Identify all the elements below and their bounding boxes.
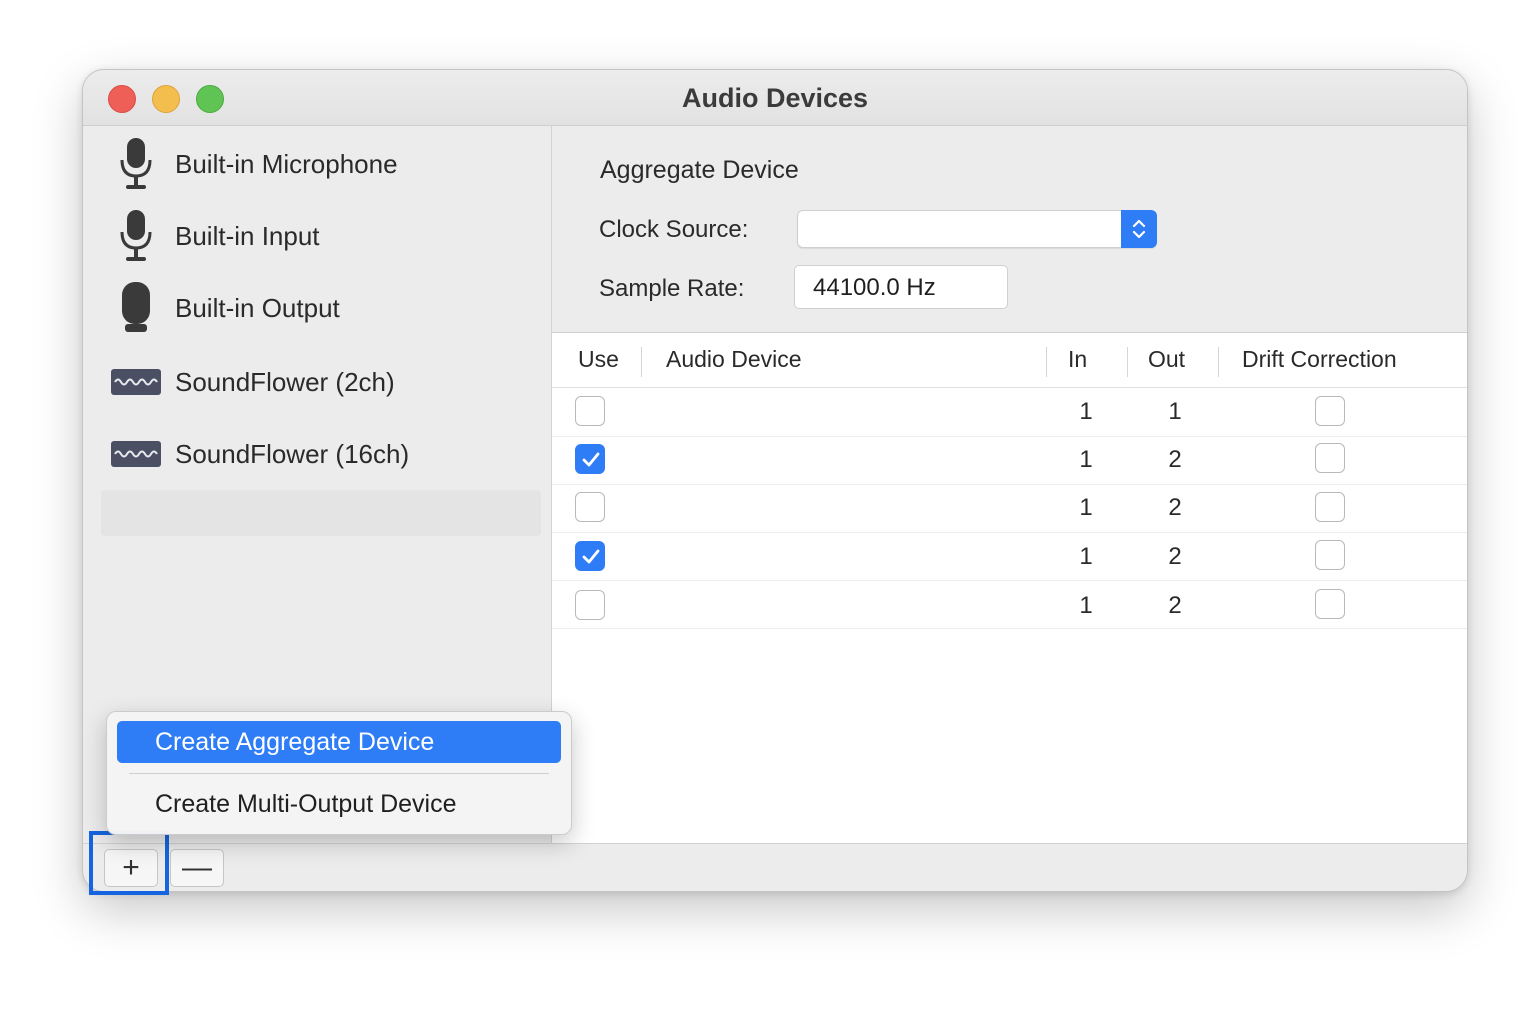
title-bar: Audio Devices bbox=[83, 70, 1467, 126]
sidebar-item-label: Built-in Output bbox=[175, 292, 340, 323]
column-divider bbox=[1218, 347, 1219, 377]
clock-source-select[interactable] bbox=[797, 210, 1157, 248]
sidebar-item-label: SoundFlower (16ch) bbox=[175, 438, 410, 469]
column-divider bbox=[1046, 347, 1047, 377]
menu-separator bbox=[129, 773, 549, 774]
menu-item-create-aggregate-device[interactable]: Create Aggregate Device bbox=[117, 721, 561, 763]
column-header-out[interactable]: Out bbox=[1148, 346, 1185, 373]
in-channels-cell: 1 bbox=[1079, 494, 1093, 521]
sidebar-item-label: Built-in Input bbox=[175, 220, 320, 251]
in-channels-cell: 1 bbox=[1079, 592, 1093, 619]
soundflower-icon bbox=[109, 352, 163, 412]
use-checkbox[interactable] bbox=[575, 396, 605, 426]
column-header-use[interactable]: Use bbox=[578, 346, 619, 373]
in-channels-cell: 1 bbox=[1079, 543, 1093, 570]
table-row[interactable]: 1 2 bbox=[552, 580, 1467, 629]
drift-correction-checkbox[interactable] bbox=[1315, 396, 1345, 426]
table-row[interactable]: 1 1 bbox=[552, 388, 1467, 437]
column-header-audio-device[interactable]: Audio Device bbox=[666, 346, 802, 373]
in-channels-cell: 1 bbox=[1079, 446, 1093, 473]
sidebar-item-built-in-input[interactable]: Built-in Input bbox=[109, 206, 529, 266]
add-device-menu: Create Aggregate Device Create Multi-Out… bbox=[106, 711, 572, 835]
device-detail-pane: Aggregate Device Clock Source: Sample Ra… bbox=[552, 126, 1467, 843]
speaker-icon bbox=[109, 278, 163, 338]
microphone-icon bbox=[109, 206, 163, 266]
clock-source-label: Clock Source: bbox=[599, 216, 749, 243]
add-button-highlight bbox=[89, 831, 169, 895]
table-row[interactable]: 1 2 bbox=[552, 532, 1467, 581]
out-channels-cell: 2 bbox=[1168, 446, 1182, 473]
column-header-drift-correction[interactable]: Drift Correction bbox=[1242, 346, 1397, 373]
microphone-icon bbox=[109, 134, 163, 194]
soundflower-icon bbox=[109, 424, 163, 484]
out-channels-cell: 1 bbox=[1168, 398, 1182, 425]
sub-device-table: Use Audio Device In Out Drift Correction… bbox=[552, 332, 1467, 843]
sidebar-item-label: SoundFlower (2ch) bbox=[175, 366, 395, 397]
sidebar-item-built-in-microphone[interactable]: Built-in Microphone bbox=[109, 134, 529, 194]
remove-device-button[interactable]: — bbox=[170, 849, 224, 887]
sample-rate-field[interactable]: 44100.0 Hz bbox=[794, 265, 1008, 309]
sidebar-item-new-device[interactable] bbox=[101, 490, 541, 536]
use-checkbox[interactable] bbox=[575, 492, 605, 522]
drift-correction-checkbox[interactable] bbox=[1315, 492, 1345, 522]
out-channels-cell: 2 bbox=[1168, 494, 1182, 521]
table-row[interactable]: 1 2 bbox=[552, 436, 1467, 485]
sidebar-item-label: Built-in Microphone bbox=[175, 148, 398, 179]
use-checkbox[interactable] bbox=[575, 590, 605, 620]
column-divider bbox=[641, 347, 642, 377]
use-checkbox[interactable] bbox=[575, 444, 605, 474]
drift-correction-checkbox[interactable] bbox=[1315, 443, 1345, 473]
drift-correction-checkbox[interactable] bbox=[1315, 589, 1345, 619]
out-channels-cell: 2 bbox=[1168, 592, 1182, 619]
select-stepper-icon bbox=[1121, 210, 1157, 248]
table-row[interactable]: 1 2 bbox=[552, 484, 1467, 533]
window-title: Audio Devices bbox=[681, 83, 869, 113]
drift-correction-checkbox[interactable] bbox=[1315, 540, 1345, 570]
sidebar-item-built-in-output[interactable]: Built-in Output bbox=[109, 278, 529, 338]
column-divider bbox=[1127, 347, 1128, 377]
checkmark-icon bbox=[582, 452, 600, 467]
use-checkbox[interactable] bbox=[575, 541, 605, 571]
bottom-toolbar: + — bbox=[83, 843, 1467, 891]
column-header-in[interactable]: In bbox=[1068, 346, 1087, 373]
checkmark-icon bbox=[582, 549, 600, 564]
sidebar-item-soundflower-16ch[interactable]: SoundFlower (16ch) bbox=[109, 424, 529, 484]
sidebar-item-soundflower-2ch[interactable]: SoundFlower (2ch) bbox=[109, 352, 529, 412]
table-header: Use Audio Device In Out Drift Correction bbox=[552, 333, 1467, 388]
menu-item-create-multi-output-device[interactable]: Create Multi-Output Device bbox=[117, 783, 561, 825]
sample-rate-label: Sample Rate: bbox=[599, 275, 745, 302]
device-name-title: Aggregate Device bbox=[600, 156, 799, 184]
in-channels-cell: 1 bbox=[1079, 398, 1093, 425]
out-channels-cell: 2 bbox=[1168, 543, 1182, 570]
